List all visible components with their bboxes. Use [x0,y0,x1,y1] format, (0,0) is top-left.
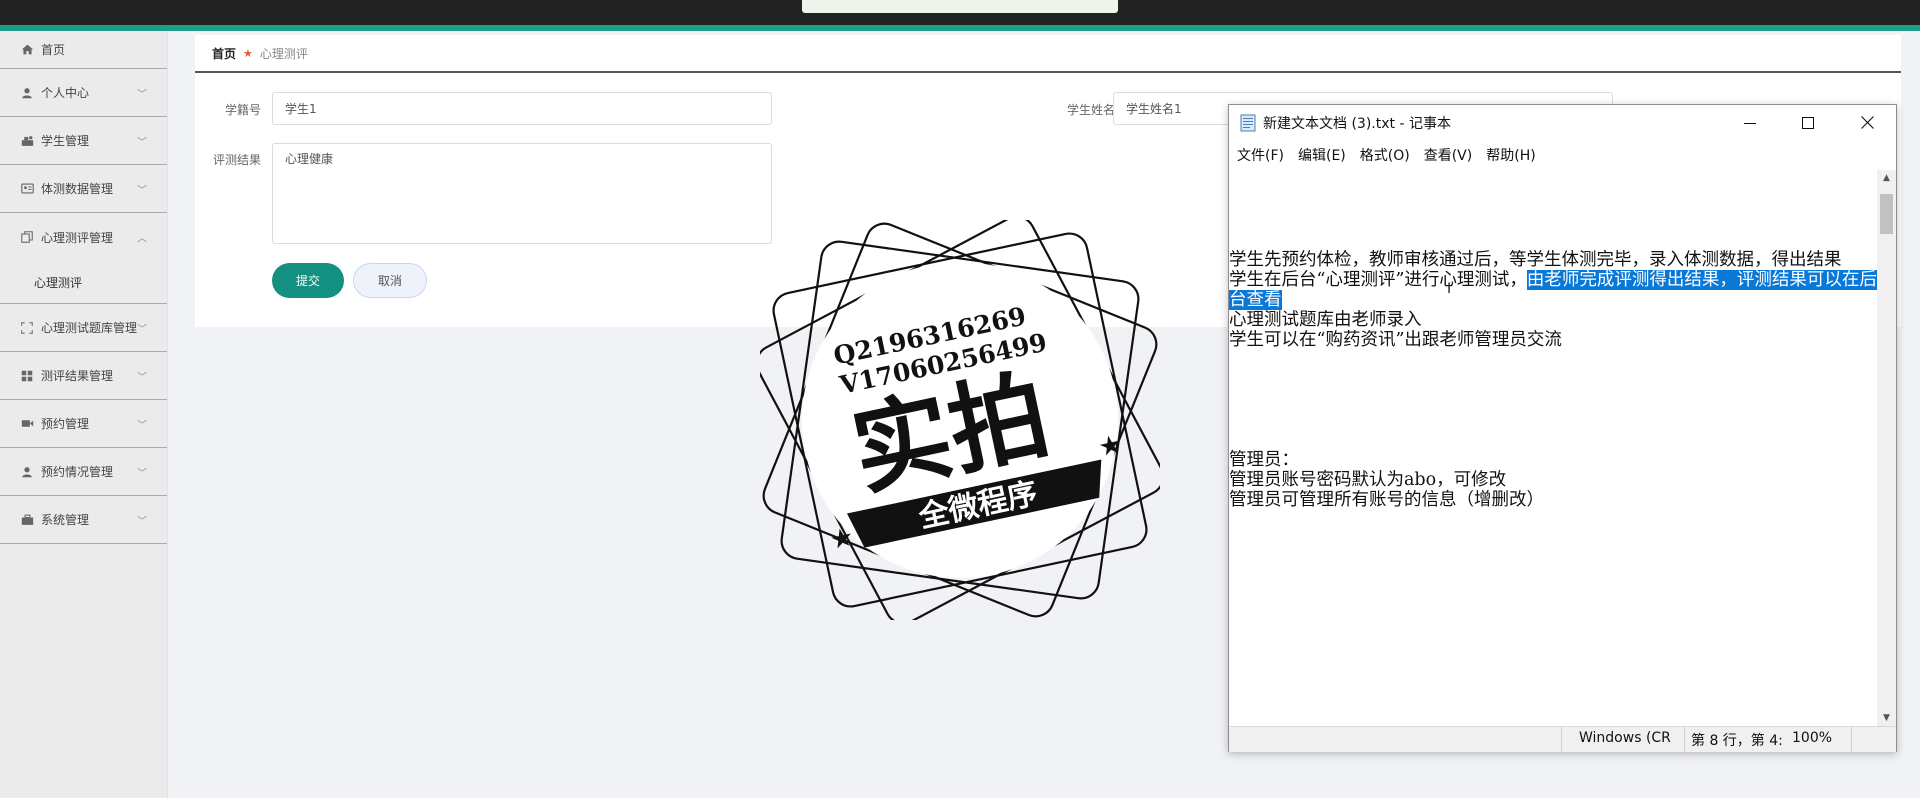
chevron-up-icon: ︿ [137,233,147,245]
status-position: 第 8 行，第 4: [1691,733,1783,749]
breadcrumb-separator-icon: ★ [243,46,253,60]
text-line: 管理员账号密码默认为abo，可修改 [1229,470,1507,490]
status-zoom: 100% [1792,730,1833,746]
chevron-down-icon: ﹀ [137,516,147,527]
breadcrumb-home[interactable]: 首页 [212,45,236,62]
sidebar-item-appointment-status[interactable]: 预约情况管理 ﹀ [0,448,167,496]
chevron-down-icon: ﹀ [137,185,147,196]
scan-icon [20,321,34,335]
notepad-menu-bar: 文件(F) 编辑(E) 格式(O) 查看(V) 帮助(H) [1229,140,1896,170]
sidebar-item-personal-center[interactable]: 个人中心 ﹀ [0,69,167,117]
sidebar-item-label: 测评结果管理 [41,369,114,383]
result-label: 评测结果 [212,153,261,167]
text-cursor-icon: I [1447,281,1452,297]
chevron-down-icon: ﹀ [137,468,147,479]
chevron-down-icon: ﹀ [137,89,147,100]
copy-icon [20,230,34,244]
scrollbar-thumb[interactable] [1880,194,1893,234]
sidebar-item-psych-eval-management[interactable]: 心理测评管理 ︿ [0,213,167,261]
status-divider [1684,727,1685,753]
sidebar-item-label: 预约管理 [41,417,90,431]
menu-help[interactable]: 帮助(H) [1486,145,1535,165]
status-encoding: Windows (CR [1579,730,1671,746]
notepad-icon [1240,114,1256,132]
chevron-down-icon: ﹀ [137,372,147,383]
sidebar-item-home[interactable]: 首页 [0,31,167,69]
student-id-label: 学籍号 [224,103,261,117]
sidebar-subitem-psych-eval[interactable]: 心理测评 [0,261,167,304]
sidebar-item-result-management[interactable]: 测评结果管理 ﹀ [0,352,167,400]
notepad-text-area[interactable]: 学生先预约体检，教师审核通过后，等学生体测完毕，录入体测数据，得出结果 学生在后台… [1229,170,1877,725]
submit-button[interactable]: 提交 [272,263,344,298]
video-icon [20,417,34,431]
user-icon [20,465,34,479]
briefcase-icon [20,513,34,527]
text-line: 学生可以在“购药资讯”出跟老师管理员交流 [1229,330,1562,350]
watermark-stamp: Q2196316269 V17060256499 实拍 全微程序 ★ ★ [760,220,1160,620]
minimize-icon [1744,122,1756,124]
sidebar-item-label: 体测数据管理 [41,182,114,196]
sidebar-item-label: 个人中心 [41,86,90,100]
text-line: 学生先预约体检，教师审核通过后，等学生体测完毕，录入体测数据，得出结果 [1229,250,1842,270]
chevron-down-icon: ﹀ [137,324,147,335]
top-notification-tab [802,0,1118,13]
close-button[interactable] [1838,105,1896,140]
student-id-input[interactable]: 学生1 [272,92,772,125]
sidebar-item-label: 首页 [41,43,66,57]
sidebar-subitem-label: 心理测评 [34,275,83,290]
text-line: 管理员： [1229,450,1299,470]
text-line: 学生在后台“心理测评”进行心理测试， [1229,270,1527,290]
status-divider [1561,727,1562,753]
breadcrumb: 首页 ★ 心理测评 [195,35,1901,73]
notepad-title: 新建文本文档 (3).txt - 记事本 [1263,115,1451,132]
maximize-icon [1802,116,1814,129]
menu-file[interactable]: 文件(F) [1237,145,1284,165]
text-line: 心理测试题库由老师录入 [1229,310,1422,330]
sidebar-item-question-bank[interactable]: 心理测试题库管理 ﹀ [0,304,167,352]
cancel-button[interactable]: 取消 [353,263,427,298]
sidebar-item-label: 心理测评管理 [41,230,114,245]
text-line: 管理员可管理所有账号的信息（增删改） [1229,490,1544,510]
sidebar-item-label: 系统管理 [41,513,90,527]
user-icon [20,86,34,100]
notepad-window[interactable]: 新建文本文档 (3).txt - 记事本 文件(F) 编辑(E) 格式(O) 查… [1228,104,1897,753]
chevron-down-icon: ﹀ [137,420,147,431]
maximize-button[interactable] [1779,105,1837,140]
sidebar-item-student-management[interactable]: 学生管理 ﹀ [0,117,167,165]
menu-format[interactable]: 格式(O) [1360,145,1410,165]
student-name-label: 学生姓名 [1066,103,1115,117]
scroll-down-icon[interactable]: ▼ [1877,710,1896,726]
minimize-button[interactable] [1721,105,1779,140]
sidebar-item-label: 心理测试题库管理 [41,321,138,335]
menu-view[interactable]: 查看(V) [1424,145,1473,165]
notepad-status-bar: Windows (CR 第 8 行，第 4: 100% [1229,726,1896,753]
sidebar: 首页 个人中心 ﹀ 学生管理 ﹀ 体测数据管理 ﹀ 心理测评管理 ︿ 心理测评 [0,31,168,798]
header-accent-strip [0,25,1920,31]
result-textarea[interactable]: 心理健康 [272,143,772,244]
menu-edit[interactable]: 编辑(E) [1298,145,1346,165]
sidebar-item-fitness-data[interactable]: 体测数据管理 ﹀ [0,165,167,213]
sidebar-item-label: 学生管理 [41,134,90,148]
sidebar-item-appointment-management[interactable]: 预约管理 ﹀ [0,400,167,448]
breadcrumb-current: 心理测评 [259,46,308,61]
id-card-icon [20,182,34,196]
close-icon [1860,116,1874,129]
status-divider [1851,727,1852,753]
sidebar-item-system-management[interactable]: 系统管理 ﹀ [0,496,167,544]
vertical-scrollbar[interactable]: ▲ ▼ [1877,170,1896,726]
home-icon [20,43,34,57]
chevron-down-icon: ﹀ [137,137,147,148]
scroll-up-icon[interactable]: ▲ [1877,170,1896,186]
grid-icon [20,369,34,383]
student-icon [20,134,34,148]
sidebar-item-label: 预约情况管理 [41,465,114,479]
